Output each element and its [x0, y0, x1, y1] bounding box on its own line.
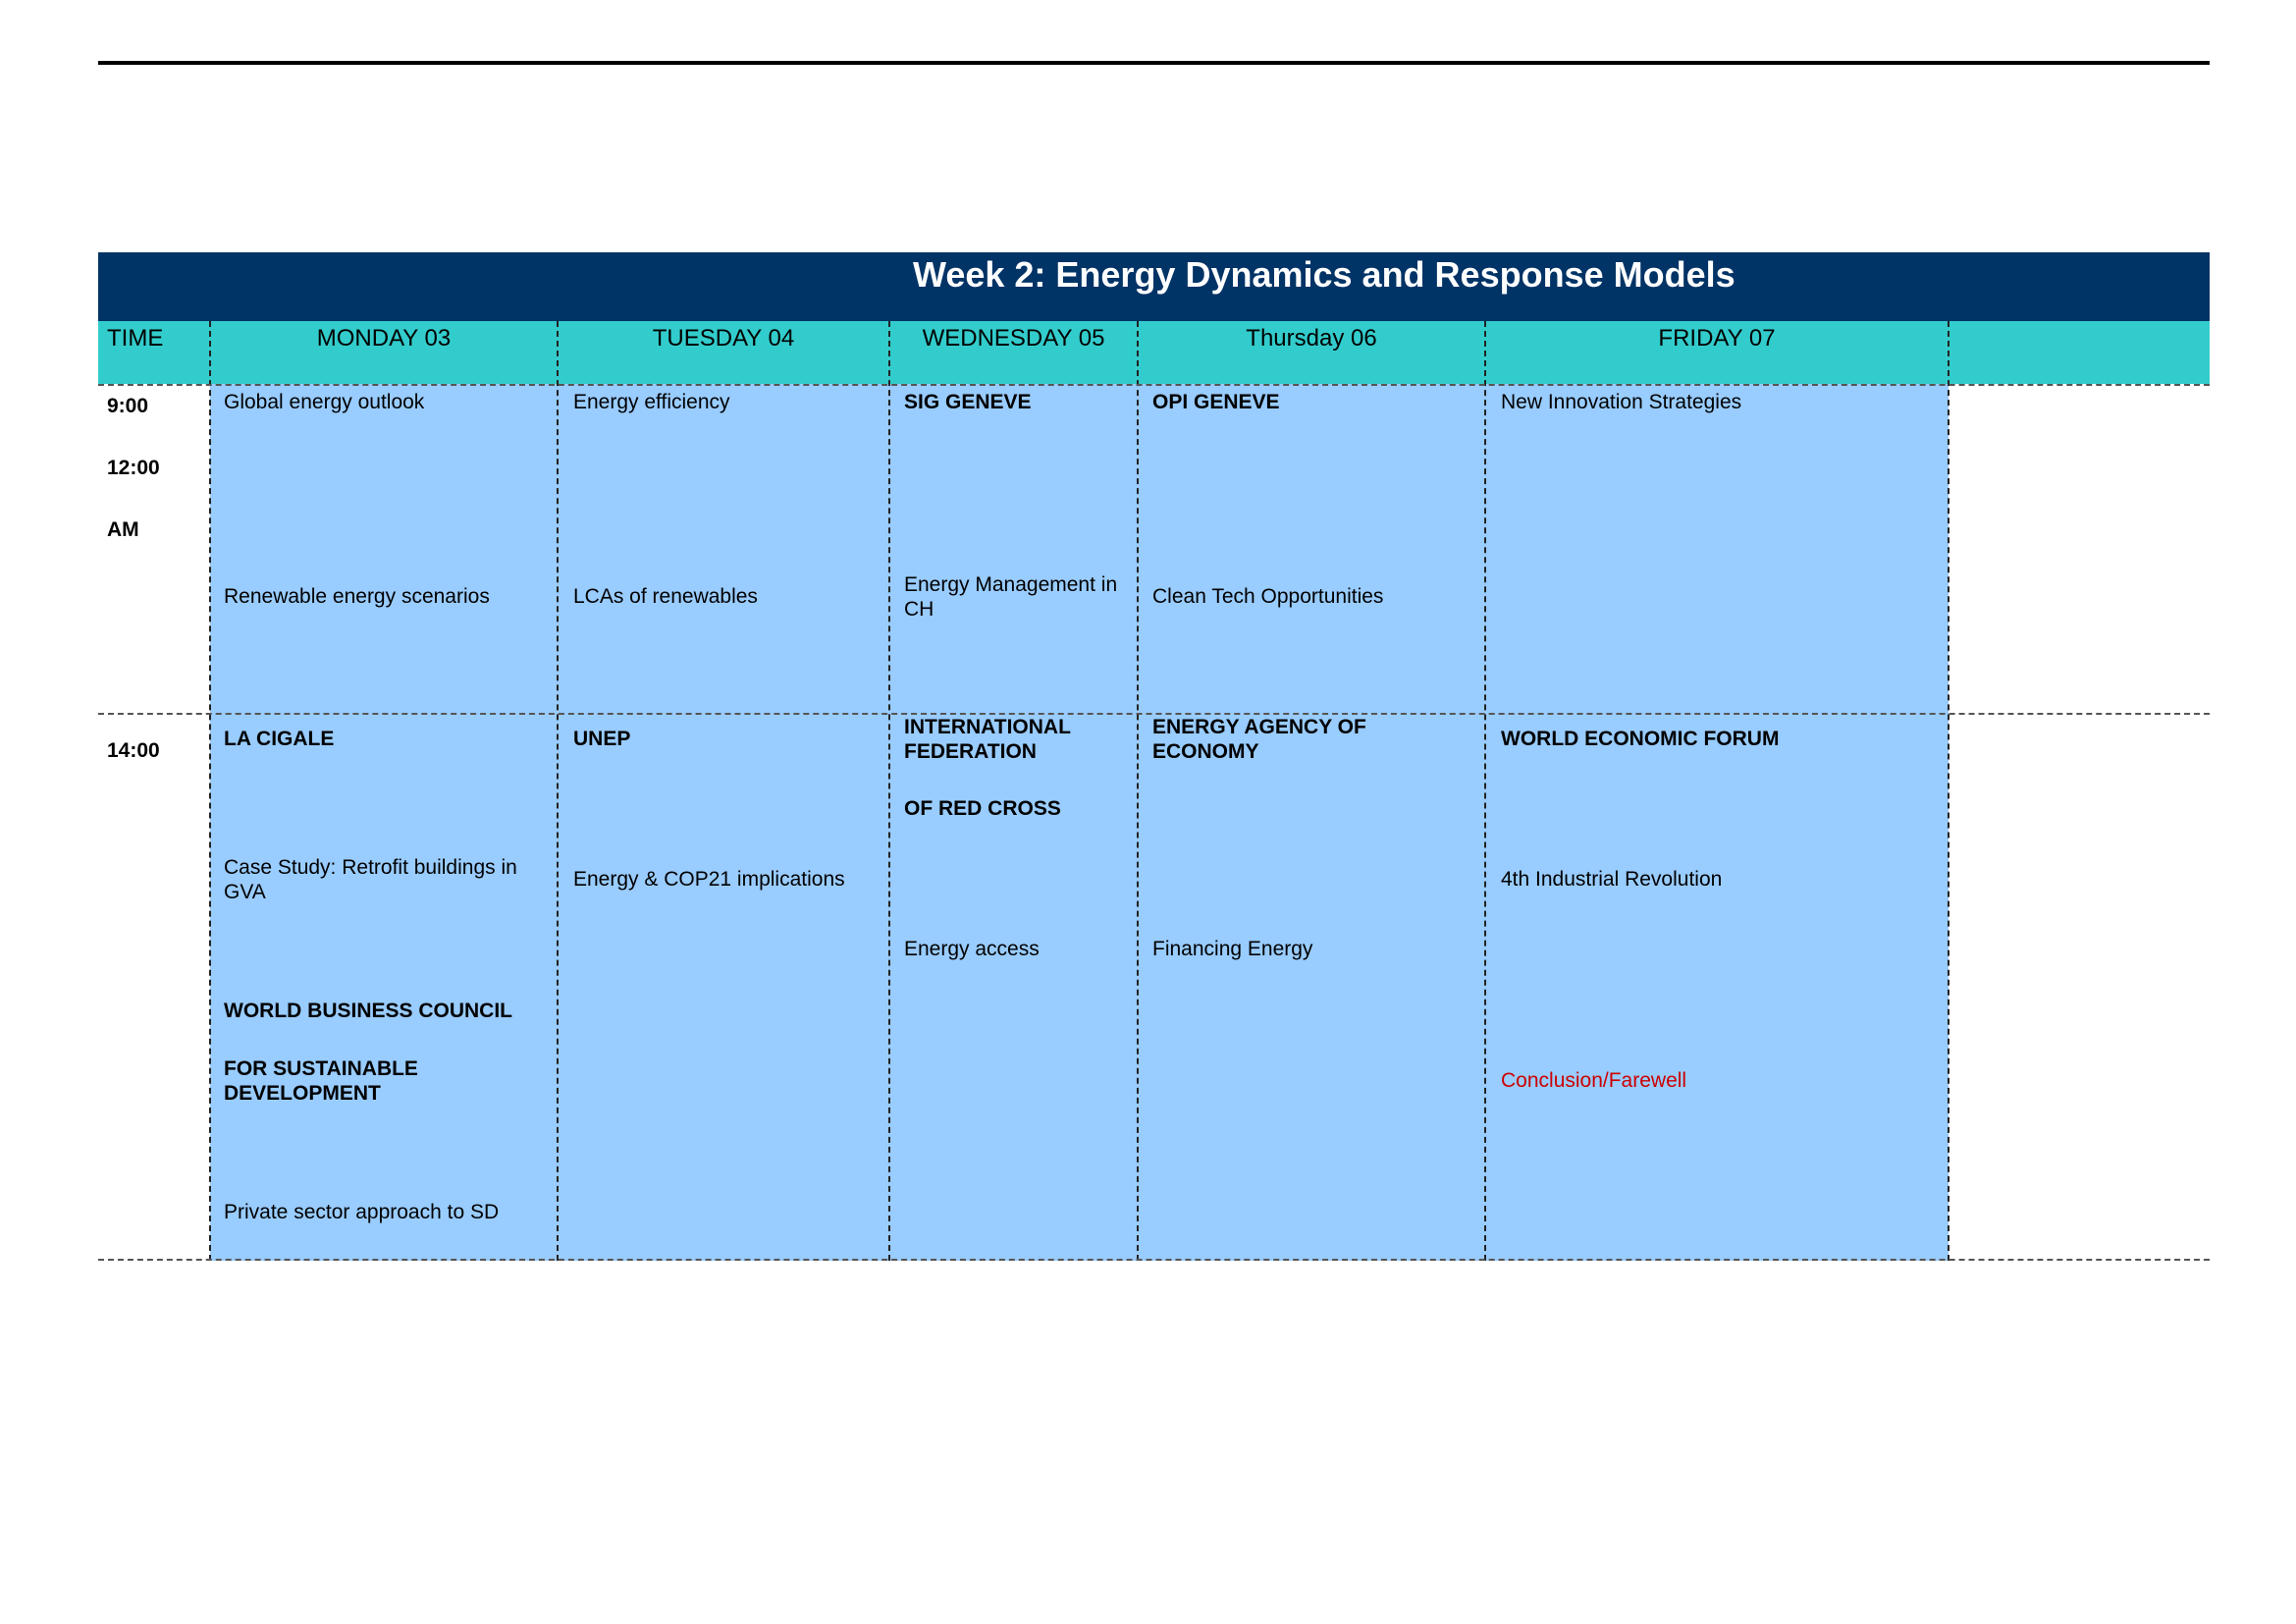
grid-line [209, 321, 211, 1261]
header-friday: FRIDAY 07 [1658, 325, 1776, 352]
wednesday-column [889, 384, 1138, 1261]
monday-afternoon-host-2b: FOR SUSTAINABLE DEVELOPMENT [224, 1057, 418, 1105]
wednesday-afternoon-host: INTERNATIONAL FEDERATION [904, 716, 1071, 763]
time-noon: 12:00 [107, 457, 160, 479]
monday-afternoon-host-1: LA CIGALE [224, 728, 335, 750]
schedule-title-bar: Week 2: Energy Dynamics and Response Mod… [98, 252, 2210, 321]
wednesday-morning-session: Energy Management in CH [904, 573, 1118, 621]
header-tuesday: TUESDAY 04 [652, 325, 795, 352]
thursday-column [1138, 384, 1485, 1261]
grid-line [888, 321, 890, 1261]
header-monday: MONDAY 03 [316, 325, 452, 352]
thursday-afternoon-session: Financing Energy [1152, 938, 1313, 960]
friday-morning-session: New Innovation Strategies [1501, 391, 1742, 413]
wednesday-morning-host: SIG GENEVE [904, 391, 1032, 413]
tuesday-morning-session-1: Energy efficiency [573, 391, 730, 413]
time-start: 9:00 [107, 395, 149, 417]
grid-line [557, 321, 559, 1261]
friday-afternoon-session: 4th Industrial Revolution [1501, 868, 1723, 891]
tuesday-afternoon-host: UNEP [573, 728, 631, 750]
monday-afternoon-session-2: Private sector approach to SD [224, 1201, 500, 1223]
monday-afternoon-session-1: Case Study: Retrofit buildings in GVA [224, 856, 517, 903]
friday-afternoon-host: WORLD ECONOMIC FORUM [1501, 728, 1780, 750]
grid-line [1137, 321, 1139, 1261]
friday-closing-session: Conclusion/Farewell [1501, 1069, 1687, 1092]
tuesday-afternoon-session: Energy & COP21 implications [573, 868, 845, 891]
tuesday-column [558, 384, 889, 1261]
schedule-title: Week 2: Energy Dynamics and Response Mod… [913, 254, 1735, 295]
header-wednesday: WEDNESDAY 05 [922, 325, 1105, 352]
thursday-morning-host: OPI GENEVE [1152, 391, 1280, 413]
monday-morning-session-1: Global energy outlook [224, 391, 425, 413]
time-am: AM [107, 518, 139, 541]
grid-line [1484, 321, 1486, 1261]
time-afternoon: 14:00 [107, 739, 160, 762]
header-thursday: Thursday 06 [1246, 325, 1377, 352]
header-row: TIME MONDAY 03 TUESDAY 04 WEDNESDAY 05 T… [98, 321, 2210, 384]
thursday-morning-session: Clean Tech Opportunities [1152, 585, 1384, 608]
thursday-afternoon-host: ENERGY AGENCY OF ECONOMY [1152, 716, 1366, 763]
monday-column [210, 384, 558, 1261]
monday-morning-session-2: Renewable energy scenarios [224, 585, 490, 608]
tuesday-morning-session-2: LCAs of renewables [573, 585, 758, 608]
monday-afternoon-host-2: WORLD BUSINESS COUNCIL [224, 1000, 512, 1022]
wednesday-afternoon-session: Energy access [904, 938, 1040, 960]
friday-column [1485, 384, 1949, 1261]
wednesday-afternoon-host-b: OF RED CROSS [904, 797, 1061, 820]
header-time: TIME [107, 325, 164, 352]
row-divider [98, 384, 2210, 386]
top-rule [98, 61, 2210, 65]
grid-line [1948, 321, 1949, 1261]
row-divider [98, 1259, 2210, 1261]
